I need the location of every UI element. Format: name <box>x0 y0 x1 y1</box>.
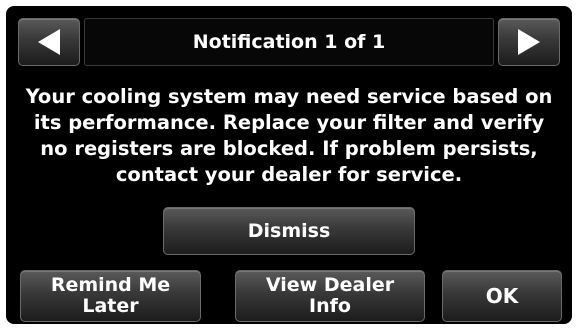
remind-me-later-label: Remind Me Later <box>50 274 171 317</box>
view-dealer-info-label: View Dealer Info <box>265 274 395 317</box>
dismiss-button[interactable]: Dismiss <box>163 207 415 255</box>
next-notification-button[interactable] <box>498 18 560 66</box>
ok-button[interactable]: OK <box>442 270 562 322</box>
arrow-left-icon <box>38 29 60 55</box>
view-dealer-info-button[interactable]: View Dealer Info <box>235 270 425 322</box>
arrow-right-icon <box>518 29 540 55</box>
ok-button-label: OK <box>485 283 519 308</box>
notification-message: Your cooling system may need service bas… <box>25 85 553 186</box>
notification-title: Notification 1 of 1 <box>84 18 494 66</box>
remind-me-later-button[interactable]: Remind Me Later <box>20 270 201 322</box>
previous-notification-button[interactable] <box>18 18 80 66</box>
dismiss-button-label: Dismiss <box>247 220 331 242</box>
thermostat-screen: Notification 1 of 1 Your cooling system … <box>6 6 572 324</box>
notification-title-text: Notification 1 of 1 <box>192 31 386 53</box>
